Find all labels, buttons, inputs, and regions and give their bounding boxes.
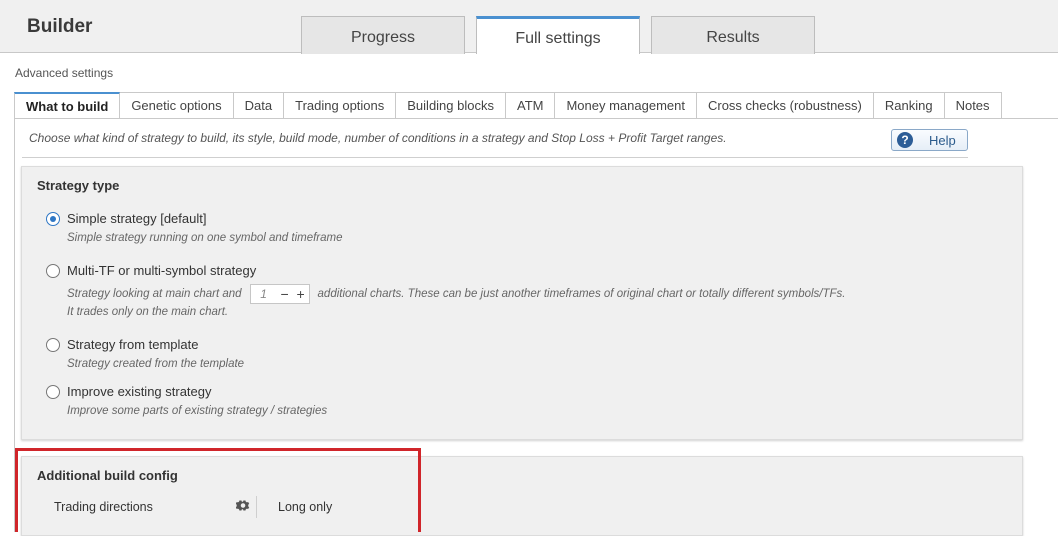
subtab-genetic-options[interactable]: Genetic options (120, 92, 234, 119)
option-improve-existing-strategy[interactable]: Improve existing strategy (46, 384, 212, 399)
subtab-atm[interactable]: ATM (505, 92, 556, 119)
strategy-type-title: Strategy type (37, 178, 120, 193)
app-title: Builder (27, 16, 93, 37)
radio-simple-strategy[interactable] (46, 211, 60, 226)
subtab-ranking[interactable]: Ranking (873, 92, 945, 119)
desc-before-stepper: Strategy looking at main chart and (67, 288, 242, 300)
option-description-line2: It trades only on the main chart. (67, 306, 229, 318)
option-label: Strategy from template (67, 337, 199, 352)
option-description: Simple strategy running on one symbol an… (67, 232, 343, 244)
option-label: Improve existing strategy (67, 384, 212, 399)
settings-subtabs: What to build Genetic options Data Tradi… (14, 92, 1002, 119)
section-description: Choose what kind of strategy to build, i… (29, 131, 727, 145)
top-bar: Builder Progress Full settings Results (0, 0, 1058, 54)
divider (22, 157, 968, 158)
tab-progress[interactable]: Progress (301, 16, 465, 54)
desc-after-stepper: additional charts. These can be just ano… (317, 288, 846, 300)
option-strategy-from-template[interactable]: Strategy from template (46, 337, 199, 352)
subtab-building-blocks[interactable]: Building blocks (396, 92, 506, 119)
question-icon: ? (897, 132, 913, 148)
subtab-money-management[interactable]: Money management (555, 92, 697, 119)
option-description: Strategy created from the template (67, 358, 245, 370)
subtab-data[interactable]: Data (233, 92, 285, 119)
subtab-notes[interactable]: Notes (944, 92, 1002, 119)
advanced-settings-label: Advanced settings (15, 66, 114, 80)
radio-strategy-from-template[interactable] (46, 337, 60, 352)
option-description: Strategy looking at main chart and 1 − +… (67, 284, 846, 304)
subtab-cross-checks[interactable]: Cross checks (robustness) (696, 92, 874, 119)
plus-icon[interactable]: + (293, 286, 309, 302)
highlight-box (15, 448, 421, 532)
minus-icon[interactable]: − (277, 286, 293, 302)
help-button[interactable]: ? Help (891, 129, 968, 151)
option-simple-strategy[interactable]: Simple strategy [default] (46, 211, 206, 226)
radio-multi-tf-strategy[interactable] (46, 263, 60, 278)
help-label: Help (929, 132, 956, 148)
subtab-what-to-build[interactable]: What to build (14, 92, 121, 119)
option-description: Improve some parts of existing strategy … (67, 405, 328, 417)
subtab-trading-options[interactable]: Trading options (284, 92, 397, 119)
radio-improve-existing-strategy[interactable] (46, 384, 60, 399)
additional-charts-stepper[interactable]: 1 − + (249, 284, 310, 304)
option-multi-tf-strategy[interactable]: Multi-TF or multi-symbol strategy (46, 263, 256, 278)
tab-full-settings[interactable]: Full settings (476, 16, 640, 54)
option-label: Simple strategy [default] (67, 211, 207, 226)
stepper-value[interactable]: 1 (251, 287, 277, 301)
tab-results[interactable]: Results (651, 16, 815, 54)
option-label: Multi-TF or multi-symbol strategy (67, 263, 257, 278)
